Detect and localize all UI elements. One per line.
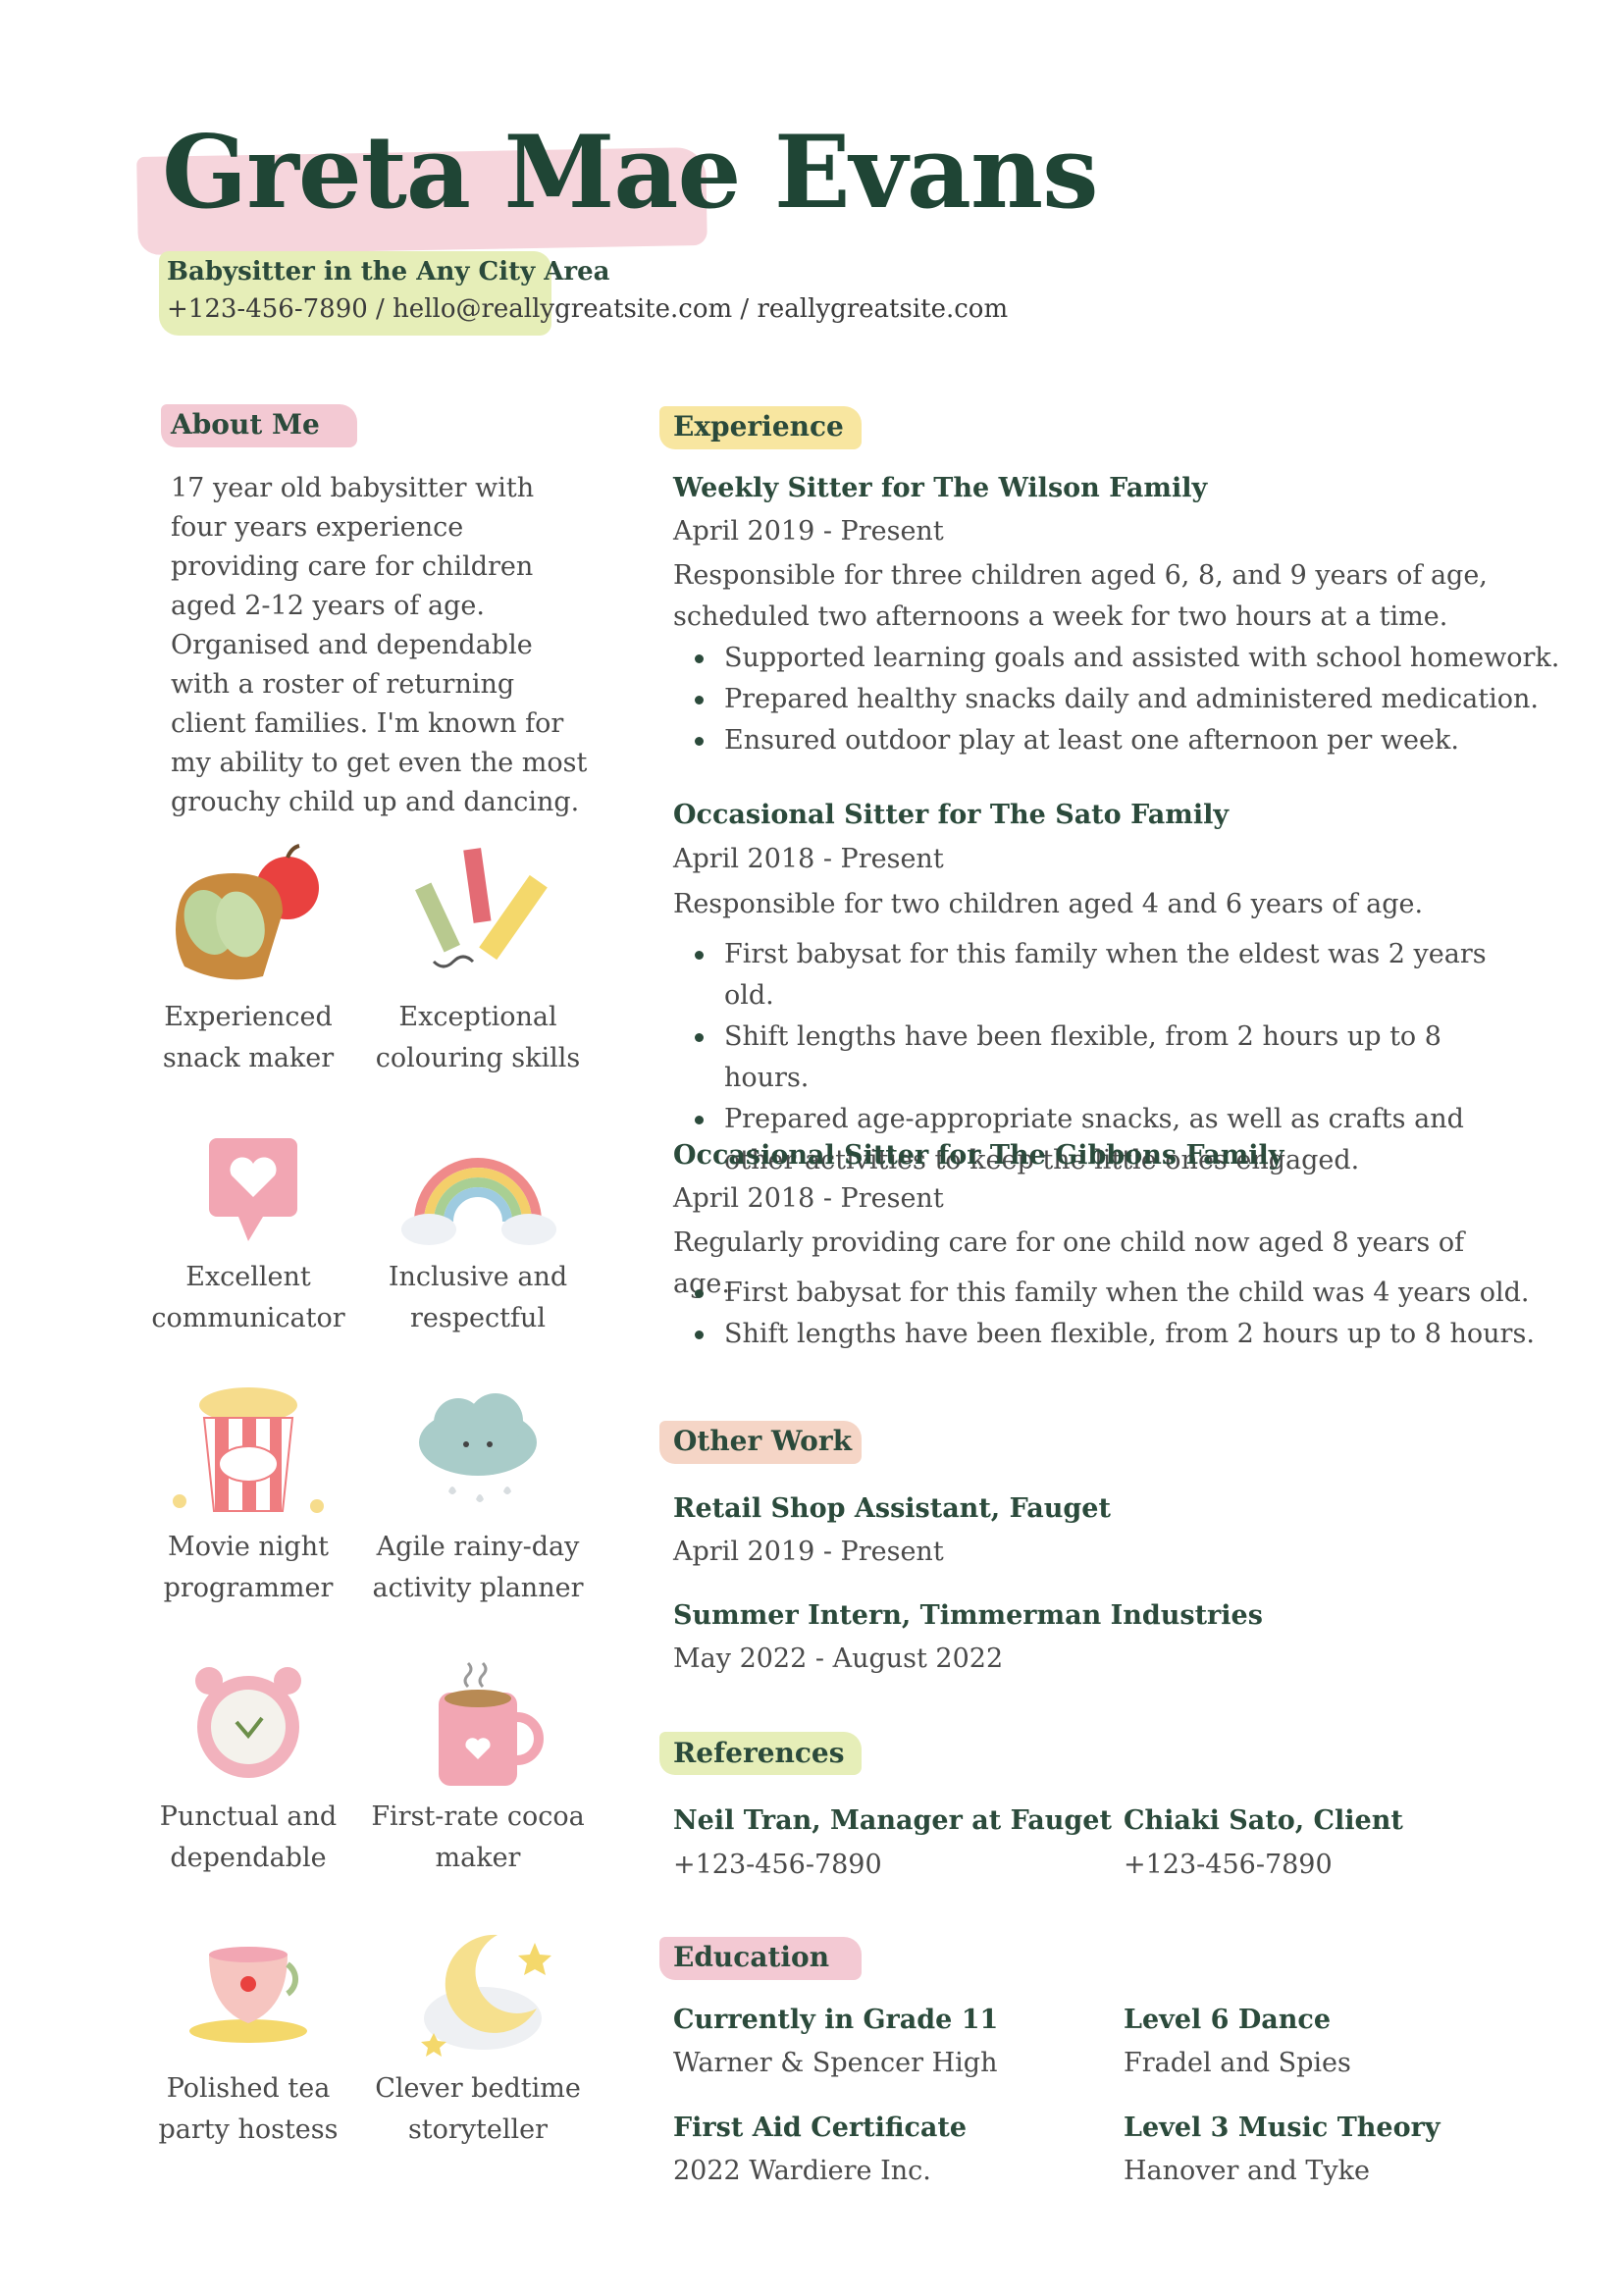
skill-label: Inclusive and respectful [388, 1262, 568, 1333]
job-description: Responsible for two children aged 4 and … [673, 889, 1424, 919]
page-title: Greta Mae Evans [162, 114, 1099, 232]
skill-colouring: Exceptional colouring skills [365, 844, 591, 1079]
heart-speech-bubble-icon [209, 1138, 297, 1241]
cocoa-mug-icon [439, 1661, 544, 1786]
education-title: First Aid Certificate [673, 2113, 968, 2143]
skill-inclusive: Inclusive and respectful [365, 1123, 591, 1339]
other-work-dates: May 2022 - August 2022 [673, 1644, 1004, 1674]
list-item: Ensured outdoor play at least one aftern… [695, 720, 1568, 761]
education-org: Fradel and Spies [1124, 2048, 1351, 2078]
reference-phone: +123-456-7890 [673, 1850, 882, 1880]
job-title: Occasional Sitter for The Gibbons Family [673, 1140, 1284, 1171]
other-work-title: Summer Intern, Timmerman Industries [673, 1600, 1263, 1631]
reference-name: Chiaki Sato, Client [1124, 1805, 1403, 1836]
skill-rainy-day: Agile rainy-day activity planner [365, 1383, 591, 1609]
skill-label: Polished tea party hostess [158, 2073, 339, 2145]
alarm-clock-icon [195, 1667, 301, 1778]
job-bullets: Supported learning goals and assisted wi… [673, 638, 1568, 761]
skill-label: Excellent communicator [151, 1262, 345, 1333]
job-dates: April 2019 - Present [673, 516, 944, 547]
job-dates: April 2018 - Present [673, 844, 944, 874]
skill-tea-party: Polished tea party hostess [135, 1925, 361, 2151]
skill-snack-maker: Experienced snack maker [135, 844, 361, 1079]
job-title: Occasional Sitter for The Sato Family [673, 800, 1230, 830]
teacup-icon [189, 1947, 307, 2043]
skill-label: Clever bedtime storyteller [375, 2073, 581, 2145]
skill-cocoa: First-rate cocoa maker [365, 1653, 591, 1879]
rainbow-icon [401, 1158, 556, 1245]
skill-punctual: Punctual and dependable [135, 1653, 361, 1879]
skill-label: Agile rainy-day activity planner [372, 1532, 584, 1603]
education-heading: Education [673, 1941, 830, 1973]
other-work-heading: Other Work [673, 1425, 852, 1457]
references-heading: References [673, 1737, 845, 1769]
list-item: Supported learning goals and assisted wi… [695, 638, 1568, 679]
other-work-title: Retail Shop Assistant, Fauget [673, 1493, 1111, 1524]
skill-movie-night: Movie night programmer [135, 1383, 361, 1609]
contact-line: +123-456-7890 / hello@reallygreatsite.co… [167, 294, 1009, 324]
list-item: Prepared healthy snacks daily and admini… [695, 679, 1568, 720]
rain-cloud-icon [419, 1393, 537, 1502]
popcorn-icon [173, 1387, 324, 1513]
education-title: Currently in Grade 11 [673, 2005, 999, 2035]
skill-label: First-rate cocoa maker [371, 1801, 585, 1873]
education-title: Level 6 Dance [1124, 2005, 1332, 2035]
experience-heading: Experience [673, 410, 844, 443]
job-title: Weekly Sitter for The Wilson Family [673, 473, 1208, 503]
skill-communicator: Excellent communicator [135, 1123, 361, 1339]
education-org: Hanover and Tyke [1124, 2156, 1370, 2186]
education-org: 2022 Wardiere Inc. [673, 2156, 931, 2186]
job-description: Responsible for three children aged 6, 8… [673, 560, 1488, 632]
crayons-pencil-icon [415, 848, 548, 968]
toast-apple-icon [176, 844, 319, 980]
education-org: Warner & Spencer High [673, 2048, 998, 2078]
reference-phone: +123-456-7890 [1124, 1850, 1333, 1880]
job-dates: April 2018 - Present [673, 1183, 944, 1214]
list-item: First babysat for this family when the c… [695, 1273, 1568, 1314]
moon-stars-icon [421, 1934, 551, 2057]
other-work-dates: April 2019 - Present [673, 1537, 944, 1567]
job-bullets: First babysat for this family when the c… [673, 1273, 1568, 1355]
list-item: Shift lengths have been flexible, from 2… [695, 1017, 1529, 1099]
skill-label: Punctual and dependable [159, 1801, 338, 1873]
skill-storyteller: Clever bedtime storyteller [365, 1925, 591, 2151]
education-title: Level 3 Music Theory [1124, 2113, 1441, 2143]
reference-name: Neil Tran, Manager at Fauget [673, 1805, 1112, 1836]
list-item: First babysat for this family when the e… [695, 934, 1529, 1017]
skill-label: Exceptional colouring skills [375, 1002, 581, 1073]
skill-label: Movie night programmer [163, 1532, 334, 1603]
list-item: Shift lengths have been flexible, from 2… [695, 1314, 1568, 1355]
about-heading: About Me [171, 408, 320, 441]
job-subtitle: Babysitter in the Any City Area [167, 257, 610, 287]
about-text: 17 year old babysitter with four years e… [171, 473, 588, 817]
skill-label: Experienced snack maker [162, 1002, 335, 1073]
